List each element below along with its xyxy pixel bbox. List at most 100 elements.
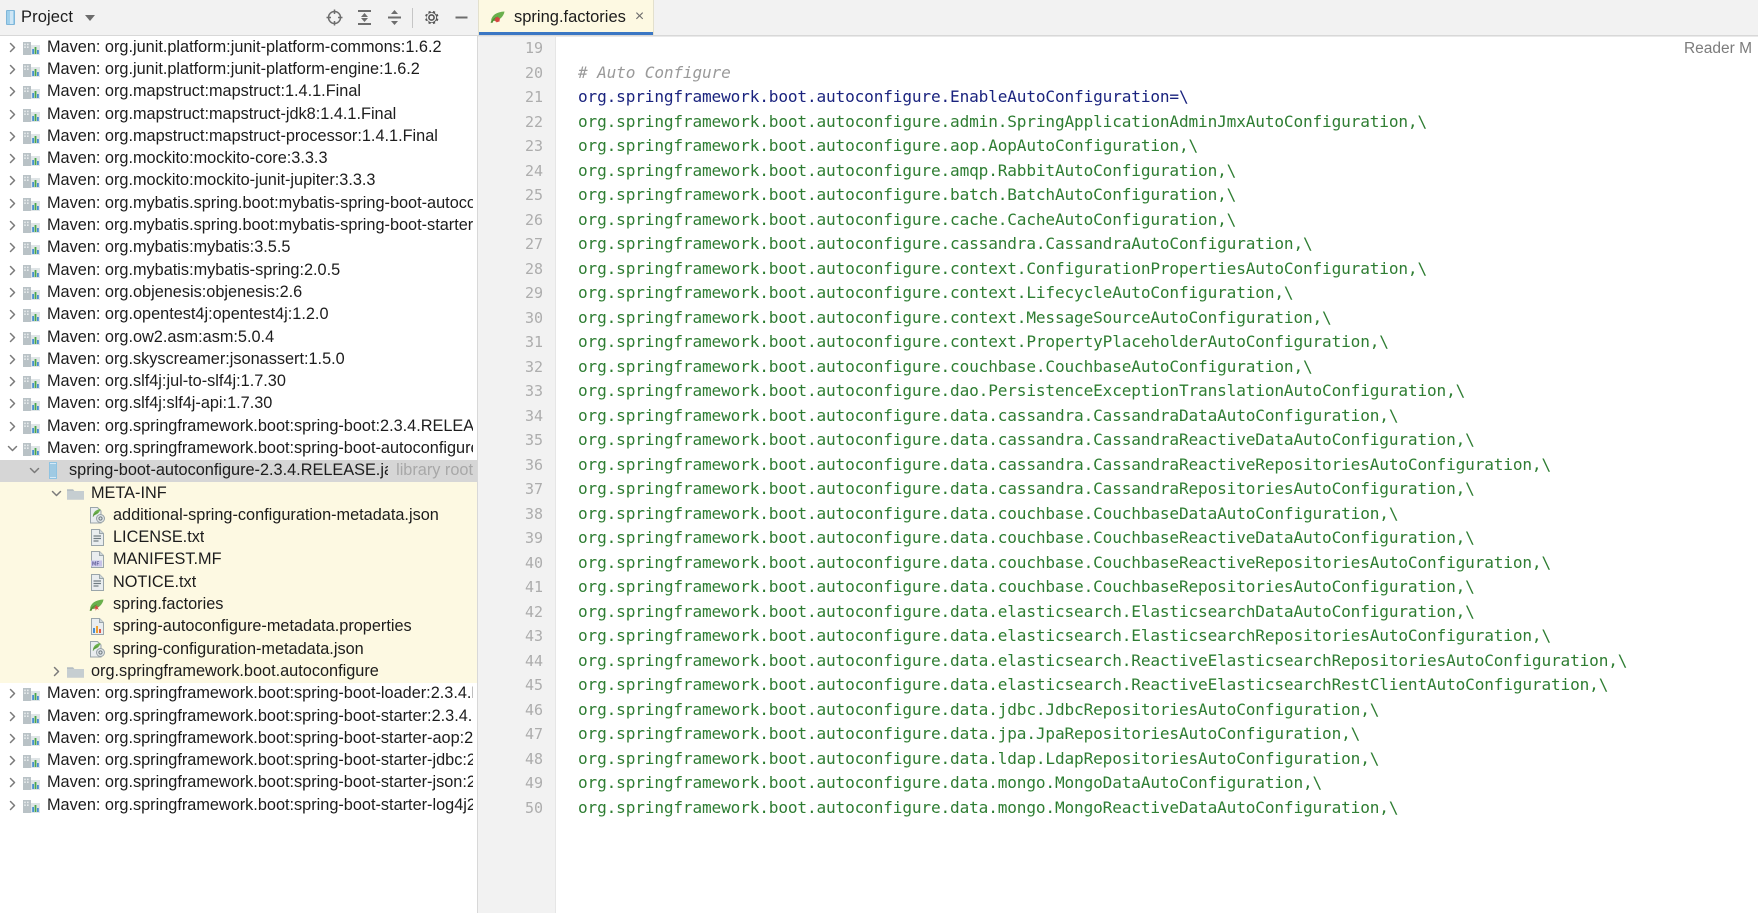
tree-row[interactable]: NOTICE.txt <box>0 571 477 594</box>
chevron-right-icon[interactable] <box>4 86 21 97</box>
code-line[interactable]: org.springframework.boot.autoconfigure.d… <box>578 477 1758 502</box>
close-icon[interactable]: × <box>635 9 644 25</box>
chevron-down-icon[interactable] <box>48 488 65 499</box>
chevron-right-icon[interactable] <box>4 777 21 788</box>
code-line[interactable]: org.springframework.boot.autoconfigure.d… <box>578 379 1758 404</box>
tree-row[interactable]: Maven: org.springframework.boot:spring-b… <box>0 437 477 459</box>
code-line[interactable]: org.springframework.boot.autoconfigure.d… <box>578 698 1758 723</box>
tree-row[interactable]: META-INF <box>0 481 477 505</box>
chevron-right-icon[interactable] <box>4 376 21 387</box>
tree-row[interactable]: Maven: org.springframework.boot:spring-b… <box>0 705 477 727</box>
code-line[interactable]: org.springframework.boot.autoconfigure.c… <box>578 355 1758 380</box>
chevron-right-icon[interactable] <box>4 398 21 409</box>
code-line[interactable]: org.springframework.boot.autoconfigure.d… <box>578 575 1758 600</box>
chevron-right-icon[interactable] <box>4 755 21 766</box>
reader-mode-label[interactable]: Reader M <box>1684 40 1752 58</box>
editor-scrollbar[interactable] <box>1746 36 1758 913</box>
gear-icon[interactable] <box>416 1 446 35</box>
tree-row[interactable]: Maven: org.mockito:mockito-junit-jupiter… <box>0 170 477 192</box>
chevron-right-icon[interactable] <box>4 42 21 53</box>
code-line[interactable]: org.springframework.boot.autoconfigure.d… <box>578 722 1758 747</box>
tab-spring-factories[interactable]: spring.factories × <box>478 0 655 35</box>
code-line[interactable]: org.springframework.boot.autoconfigure.a… <box>578 134 1758 159</box>
code-line[interactable]: org.springframework.boot.autoconfigure.d… <box>578 526 1758 551</box>
code-line[interactable]: org.springframework.boot.autoconfigure.b… <box>578 183 1758 208</box>
tree-row[interactable]: org.springframework.boot.autoconfigure <box>0 660 477 683</box>
code-line[interactable]: org.springframework.boot.autoconfigure.d… <box>578 649 1758 674</box>
tree-row[interactable]: Maven: org.slf4j:jul-to-slf4j:1.7.30 <box>0 370 477 392</box>
locate-icon[interactable] <box>319 1 349 35</box>
chevron-right-icon[interactable] <box>4 242 21 253</box>
tree-row[interactable]: Maven: org.skyscreamer:jsonassert:1.5.0 <box>0 348 477 370</box>
code-line[interactable]: org.springframework.boot.autoconfigure.d… <box>578 796 1758 821</box>
code-editor[interactable]: 19 20 21 22 23 24 25 26 27 28 29 30 31 32 33 34 35 36 37 38… <box>478 36 1758 913</box>
code-line[interactable]: org.springframework.boot.autoconfigure.c… <box>578 306 1758 331</box>
chevron-down-icon[interactable] <box>85 14 96 21</box>
project-tree[interactable]: Maven: org.junit.platform:junit-platform… <box>0 36 478 913</box>
chevron-right-icon[interactable] <box>4 688 21 699</box>
code-line[interactable] <box>578 36 1758 61</box>
code-line[interactable]: org.springframework.boot.autoconfigure.d… <box>578 502 1758 527</box>
chevron-right-icon[interactable] <box>4 287 21 298</box>
chevron-right-icon[interactable] <box>48 666 65 677</box>
tree-row[interactable]: spring.factories <box>0 593 477 616</box>
chevron-right-icon[interactable] <box>4 332 21 343</box>
tree-row[interactable]: Maven: org.mapstruct:mapstruct:1.4.1.Fin… <box>0 81 477 103</box>
chevron-right-icon[interactable] <box>4 109 21 120</box>
chevron-right-icon[interactable] <box>4 421 21 432</box>
chevron-right-icon[interactable] <box>4 175 21 186</box>
code-line[interactable]: org.springframework.boot.autoconfigure.d… <box>578 428 1758 453</box>
tree-row[interactable]: Maven: org.junit.platform:junit-platform… <box>0 58 477 80</box>
project-tool-window-title-group[interactable]: Project <box>4 8 96 27</box>
tree-row[interactable]: MF MANIFEST.MF <box>0 548 477 572</box>
tree-row[interactable]: Maven: org.springframework.boot:spring-b… <box>0 750 477 772</box>
code-line[interactable]: org.springframework.boot.autoconfigure.d… <box>578 673 1758 698</box>
tree-row[interactable]: Maven: org.ow2.asm:asm:5.0.4 <box>0 326 477 348</box>
tree-row[interactable]: Maven: org.springframework.boot:spring-b… <box>0 415 477 437</box>
code-line[interactable]: org.springframework.boot.autoconfigure.a… <box>578 110 1758 135</box>
chevron-right-icon[interactable] <box>4 220 21 231</box>
tree-row[interactable]: Maven: org.mapstruct:mapstruct-processor… <box>0 125 477 147</box>
code-line[interactable]: org.springframework.boot.autoconfigure.d… <box>578 771 1758 796</box>
chevron-right-icon[interactable] <box>4 64 21 75</box>
code-line[interactable]: org.springframework.boot.autoconfigure.c… <box>578 208 1758 233</box>
tree-row[interactable]: spring-boot-autoconfigure-2.3.4.RELEASE.… <box>0 459 477 482</box>
collapse-all-icon[interactable] <box>379 1 409 35</box>
code-line[interactable]: org.springframework.boot.autoconfigure.d… <box>578 404 1758 429</box>
code-line[interactable]: org.springframework.boot.autoconfigure.c… <box>578 232 1758 257</box>
code-line[interactable]: org.springframework.boot.autoconfigure.c… <box>578 257 1758 282</box>
chevron-right-icon[interactable] <box>4 711 21 722</box>
tree-row[interactable]: Maven: org.mybatis.spring.boot:mybatis-s… <box>0 214 477 236</box>
tree-row[interactable]: Maven: org.opentest4j:opentest4j:1.2.0 <box>0 304 477 326</box>
tree-row[interactable]: Maven: org.springframework.boot:spring-b… <box>0 683 477 705</box>
chevron-right-icon[interactable] <box>4 309 21 320</box>
chevron-right-icon[interactable] <box>4 354 21 365</box>
minimize-icon[interactable] <box>446 1 476 35</box>
chevron-right-icon[interactable] <box>4 153 21 164</box>
code-line[interactable]: org.springframework.boot.autoconfigure.d… <box>578 551 1758 576</box>
tree-row[interactable]: Maven: org.mockito:mockito-core:3.3.3 <box>0 147 477 169</box>
chevron-right-icon[interactable] <box>4 265 21 276</box>
tree-row[interactable]: Maven: org.junit.platform:junit-platform… <box>0 36 477 58</box>
tree-row[interactable]: Maven: org.mapstruct:mapstruct-jdk8:1.4.… <box>0 103 477 125</box>
code-content[interactable]: # Auto Configure org.springframework.boot… <box>556 36 1758 913</box>
expand-all-icon[interactable] <box>349 1 379 35</box>
tree-row[interactable]: Maven: org.springframework.boot:spring-b… <box>0 727 477 749</box>
code-line[interactable]: org.springframework.boot.autoconfigure.d… <box>578 600 1758 625</box>
code-line[interactable]: org.springframework.boot.autoconfigure.E… <box>578 85 1758 110</box>
chevron-right-icon[interactable] <box>4 800 21 811</box>
tree-row[interactable]: Maven: org.mybatis:mybatis:3.5.5 <box>0 237 477 259</box>
chevron-down-icon[interactable] <box>26 465 43 476</box>
tree-row[interactable]: LICENSE.txt <box>0 526 477 549</box>
chevron-down-icon[interactable] <box>4 443 21 454</box>
tree-row[interactable]: additional-spring-configuration-metadata… <box>0 504 477 527</box>
chevron-right-icon[interactable] <box>4 198 21 209</box>
chevron-right-icon[interactable] <box>4 733 21 744</box>
code-line[interactable]: org.springframework.boot.autoconfigure.c… <box>578 330 1758 355</box>
code-line[interactable]: org.springframework.boot.autoconfigure.d… <box>578 453 1758 478</box>
tree-row[interactable]: Maven: org.slf4j:slf4j-api:1.7.30 <box>0 393 477 415</box>
chevron-right-icon[interactable] <box>4 131 21 142</box>
tree-row[interactable]: spring-configuration-metadata.json <box>0 638 477 661</box>
tree-row[interactable]: Maven: org.mybatis.spring.boot:mybatis-s… <box>0 192 477 214</box>
tree-row[interactable]: Maven: org.springframework.boot:spring-b… <box>0 772 477 794</box>
